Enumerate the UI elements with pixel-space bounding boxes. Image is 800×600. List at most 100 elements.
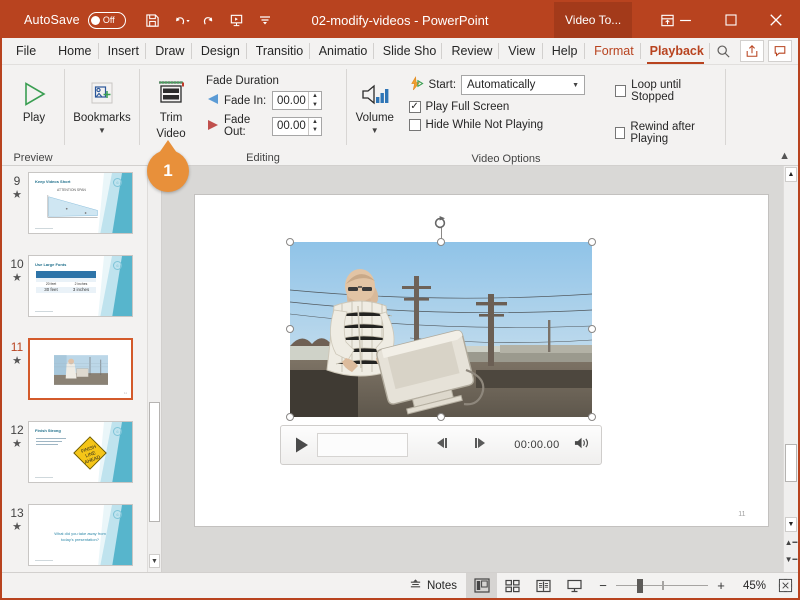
resize-handle-nw[interactable] — [286, 238, 294, 246]
customize-quick-access-icon[interactable] — [252, 7, 278, 33]
video-object[interactable]: 00:00.00 — [290, 242, 592, 417]
loop-until-stopped-checkbox[interactable] — [615, 85, 626, 97]
resize-handle-ne[interactable] — [588, 238, 596, 246]
slide-sorter-icon[interactable] — [497, 573, 528, 599]
share-icon[interactable] — [740, 40, 764, 62]
undo-icon[interactable] — [168, 7, 194, 33]
resize-handle-e[interactable] — [588, 325, 596, 333]
fade-in-spinner[interactable]: ▲ ▼ — [308, 92, 321, 109]
fit-to-window-icon[interactable] — [772, 578, 798, 593]
thumbnail-pane-scrollbar[interactable]: ▼ — [147, 166, 161, 572]
animation-star-icon: ★ — [12, 272, 22, 284]
list-item[interactable]: 13 ★ 6 What did you take away from today… — [2, 502, 161, 572]
thumbnail-image[interactable]: 6 What did you take away from today's pr… — [28, 504, 133, 566]
spinner-down-icon[interactable]: ▼ — [309, 101, 321, 110]
fade-out-input[interactable]: 00.00 ▲ ▼ — [272, 117, 322, 136]
redo-icon[interactable] — [196, 7, 222, 33]
start-from-beginning-icon[interactable] — [224, 7, 250, 33]
scroll-down-icon[interactable]: ▼ — [785, 517, 797, 532]
start-dropdown[interactable]: Automatically ▼ — [461, 75, 585, 95]
minimize-button[interactable] — [663, 2, 708, 38]
chevron-down-icon[interactable]: ▼ — [98, 128, 106, 134]
play-button[interactable]: Play — [6, 69, 62, 125]
notes-button[interactable]: Notes — [400, 573, 466, 599]
next-slide-button[interactable]: ▼━ — [785, 552, 797, 567]
rotate-icon[interactable] — [433, 214, 449, 230]
tab-home[interactable]: Home — [49, 38, 99, 64]
next-frame-icon[interactable] — [472, 437, 488, 452]
zoom-slider[interactable] — [616, 579, 708, 593]
play-full-screen-row[interactable]: ✓ Play Full Screen — [409, 101, 585, 113]
thumbnail-image[interactable]: Finish Strong 6 FINISH LINE AHEAD — [28, 421, 133, 483]
spinner-up-icon[interactable]: ▲ — [309, 92, 321, 101]
scrollbar-thumb[interactable] — [785, 444, 797, 482]
zoom-percent-label[interactable]: 45% — [734, 580, 766, 592]
save-icon[interactable] — [140, 7, 166, 33]
zoom-slider-handle[interactable] — [637, 579, 643, 593]
zoom-in-button[interactable]: + — [714, 579, 728, 592]
slide-show-icon[interactable] — [559, 573, 590, 599]
resize-handle-s[interactable] — [437, 413, 445, 421]
list-item[interactable]: 12 ★ Finish Strong 6 — [2, 419, 161, 502]
resize-handle-w[interactable] — [286, 325, 294, 333]
reading-view-icon[interactable] — [528, 573, 559, 599]
canvas-scrollbar[interactable]: ▲ ▼ ▲━ ▼━ — [783, 166, 798, 572]
tab-transitions[interactable]: Transitio — [247, 38, 310, 64]
play-icon[interactable] — [291, 436, 313, 454]
list-item[interactable]: 9 ★ Keep Videos Short 6 ATTENT — [2, 170, 161, 253]
fade-in-input[interactable]: 00.00 ▲ ▼ — [272, 91, 322, 110]
volume-button[interactable]: Volume ▼ — [351, 69, 399, 134]
resize-handle-sw[interactable] — [286, 413, 294, 421]
tab-view[interactable]: View — [499, 38, 542, 64]
search-icon[interactable] — [710, 40, 736, 62]
resize-handle-n[interactable] — [437, 238, 445, 246]
spinner-up-icon[interactable]: ▲ — [309, 118, 321, 127]
fade-out-spinner[interactable]: ▲ ▼ — [308, 118, 321, 135]
previous-slide-button[interactable]: ▲━ — [785, 535, 797, 550]
scroll-down-icon[interactable]: ▼ — [149, 554, 160, 568]
thumbnail-image-selected[interactable]: 11 — [28, 338, 133, 400]
tab-draw[interactable]: Draw — [146, 38, 192, 64]
chevron-up-icon[interactable]: ▲ — [779, 150, 790, 162]
chevron-down-icon[interactable]: ▼ — [371, 128, 379, 134]
previous-frame-icon[interactable] — [434, 437, 450, 452]
tab-file[interactable]: File — [2, 38, 49, 64]
bookmarks-button[interactable]: Bookmarks ▼ — [65, 69, 139, 134]
resize-handle-se[interactable] — [588, 413, 596, 421]
play-full-screen-checkbox[interactable]: ✓ — [409, 101, 421, 113]
close-button[interactable] — [753, 2, 798, 38]
chevron-down-icon[interactable]: ▼ — [572, 82, 579, 89]
hide-while-not-playing-checkbox[interactable] — [409, 119, 421, 131]
tab-slide-show[interactable]: Slide Sho — [374, 38, 443, 64]
tab-help[interactable]: Help — [543, 38, 585, 64]
window-controls — [663, 2, 798, 38]
trim-video-button[interactable]: Trim Video — [142, 69, 200, 141]
tab-playback[interactable]: Playback — [641, 38, 710, 64]
comments-icon[interactable] — [768, 40, 792, 62]
autosave-toggle[interactable]: AutoSave Off — [24, 12, 126, 29]
hide-while-not-playing-row[interactable]: Hide While Not Playing — [409, 119, 585, 131]
tab-insert[interactable]: Insert — [99, 38, 147, 64]
list-item[interactable]: 10 ★ Use Large Fonts 6 — [2, 253, 161, 336]
tab-format[interactable]: Format — [585, 38, 641, 64]
spinner-down-icon[interactable]: ▼ — [309, 126, 321, 135]
thumbnail-image[interactable]: Keep Videos Short 6 ATTENTION SPAN — [28, 172, 133, 234]
rewind-after-playing-checkbox[interactable] — [615, 127, 625, 139]
normal-view-icon[interactable] — [466, 573, 497, 599]
thumbnail-image[interactable]: Use Large Fonts 6 20 feet 2 inches — [28, 255, 133, 317]
loop-until-stopped-row[interactable]: Loop until Stopped — [615, 79, 719, 103]
volume-icon[interactable] — [574, 436, 591, 453]
mini-footer — [35, 477, 53, 479]
scroll-up-icon[interactable]: ▲ — [785, 167, 797, 182]
tab-animations[interactable]: Animatio — [310, 38, 374, 64]
tab-review[interactable]: Review — [442, 38, 499, 64]
autosave-switch[interactable]: Off — [88, 12, 126, 29]
maximize-button[interactable] — [708, 2, 753, 38]
zoom-out-button[interactable]: − — [596, 579, 610, 592]
list-item[interactable]: 11 ★ — [2, 336, 161, 419]
scrollbar-thumb[interactable] — [149, 402, 160, 522]
slide-canvas[interactable]: 00:00.00 11 — [194, 194, 769, 527]
video-progress-track[interactable] — [317, 433, 409, 457]
rewind-after-playing-row[interactable]: Rewind after Playing — [615, 121, 719, 145]
tab-design[interactable]: Design — [192, 38, 247, 64]
